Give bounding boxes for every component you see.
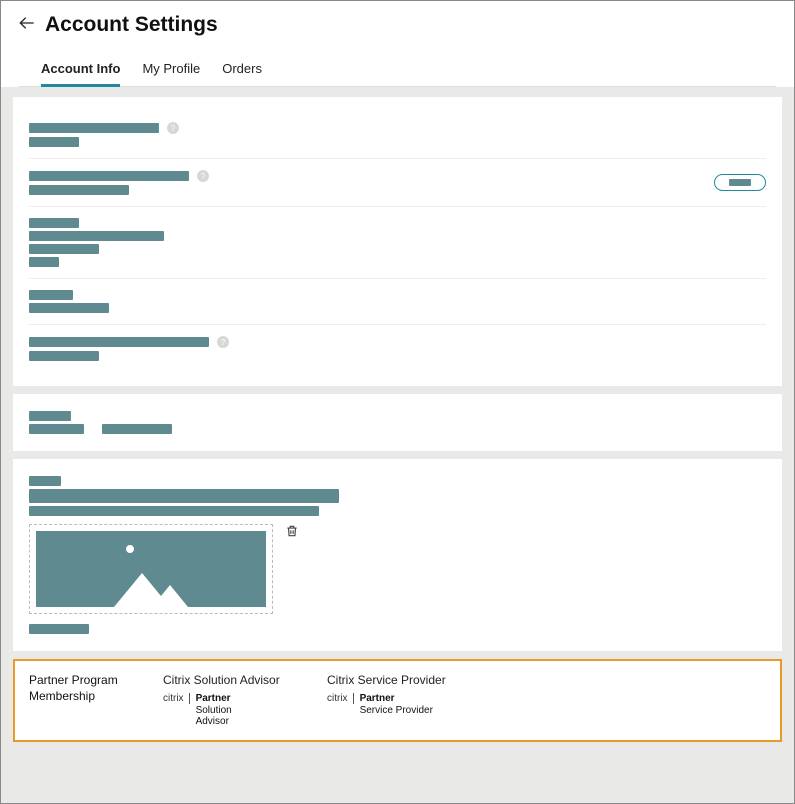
partner-program-card: Partner Program Membership Citrix Soluti… — [13, 659, 782, 742]
page-title: Account Settings — [45, 13, 218, 37]
tab-my-profile[interactable]: My Profile — [142, 55, 200, 86]
partner-badge: citrix Partner Service Provider — [327, 693, 467, 716]
field-value — [29, 424, 84, 434]
image-placeholder-icon — [36, 531, 266, 607]
description — [29, 506, 319, 516]
field-value — [29, 303, 109, 313]
field-value — [29, 244, 99, 254]
help-icon[interactable]: ? — [197, 170, 209, 182]
citrix-logo: citrix — [327, 693, 354, 704]
content-area: ? ? — [1, 87, 794, 804]
program-title: Citrix Service Provider — [327, 673, 467, 687]
description — [29, 489, 339, 503]
field-value — [29, 351, 99, 361]
citrix-logo: citrix — [163, 693, 190, 704]
field-label — [29, 218, 79, 228]
field-value — [29, 137, 79, 147]
field-label — [29, 123, 159, 133]
program-title: Citrix Solution Advisor — [163, 673, 303, 687]
field-value — [29, 185, 129, 195]
tab-account-info[interactable]: Account Info — [41, 55, 120, 87]
field-label — [29, 476, 61, 486]
secondary-card — [13, 394, 782, 451]
delete-logo-icon[interactable] — [285, 524, 299, 614]
tabs: Account Info My Profile Orders — [19, 55, 776, 87]
program-service-provider: Citrix Service Provider citrix Partner S… — [327, 673, 467, 728]
field-label — [29, 337, 209, 347]
field-value — [29, 231, 164, 241]
field-label — [29, 290, 73, 300]
back-icon[interactable] — [19, 15, 35, 36]
partner-program-heading: Partner Program Membership — [29, 673, 139, 728]
logo-upload-frame[interactable] — [29, 524, 273, 614]
field-label — [29, 411, 71, 421]
help-icon[interactable]: ? — [167, 122, 179, 134]
help-icon[interactable]: ? — [217, 336, 229, 348]
logo-card — [13, 459, 782, 651]
field-value — [102, 424, 172, 434]
program-solution-advisor: Citrix Solution Advisor citrix Partner S… — [163, 673, 303, 728]
partner-badge: citrix Partner Solution Advisor — [163, 693, 303, 728]
field-label — [29, 624, 89, 634]
account-info-card: ? ? — [13, 97, 782, 386]
field-label — [29, 171, 189, 181]
tab-orders[interactable]: Orders — [222, 55, 262, 86]
edit-button[interactable] — [714, 174, 766, 191]
field-value — [29, 257, 59, 267]
